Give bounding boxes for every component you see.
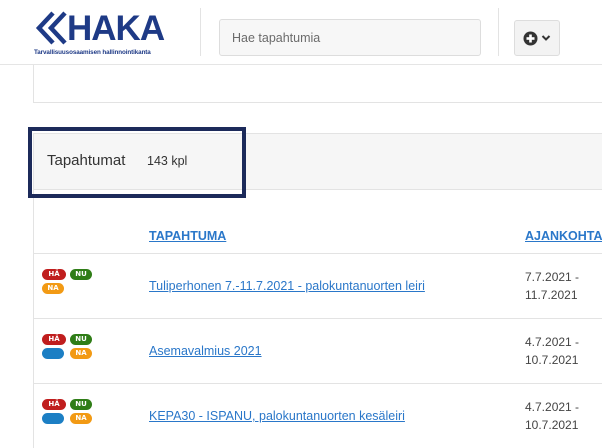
badge-na: NA [70,413,92,424]
top-panel [33,65,602,103]
event-link[interactable]: Asemavalmius 2021 [149,344,262,358]
column-header-time[interactable]: AJANKOHTA [525,229,602,243]
badge-nu: NU [70,399,92,410]
event-link[interactable]: KEPA30 - ISPANU, palokuntanuorten kesäle… [149,409,405,423]
event-start-date: 4.7.2021 - [525,335,580,349]
badge-blank [42,348,64,359]
badge-blank [42,413,64,424]
event-start-date: 7.7.2021 - [525,270,580,284]
event-badges: HÄ NU NA [42,269,102,305]
badge-na: NA [42,283,64,294]
logo-tagline: Tarvallisuusosaamisen hallinnointikanta [34,49,151,56]
haka-logo[interactable]: HAKA Tarvallisuusosaamisen hallinnointik… [33,10,173,58]
add-menu-button[interactable] [514,20,560,56]
header-divider [498,8,499,56]
logo-text: HAKA [67,9,165,48]
logo-chevron-icon [35,11,67,45]
badge-nu: NU [70,269,92,280]
event-badges: HÄ NU NA [42,334,102,370]
plus-circle-icon [523,31,538,45]
event-end-date: 11.7.2021 [525,288,578,302]
chevron-down-icon [541,35,551,41]
column-header-event[interactable]: TAPAHTUMA [149,229,226,243]
app-header: HAKA Tarvallisuusosaamisen hallinnointik… [0,0,602,64]
event-badges: HÄ NU NA [42,399,102,435]
event-start-date: 4.7.2021 - [525,400,580,414]
badge-ha: HÄ [42,399,66,410]
event-dates: 7.7.2021 - 11.7.2021 [525,268,579,304]
event-dates: 4.7.2021 - 10.7.2021 [525,398,579,434]
search-input[interactable] [219,19,481,56]
header-divider [200,8,201,56]
badge-ha: HÄ [42,269,66,280]
table-row: HÄ NU NA Tuliperhonen 7.-11.7.2021 - pal… [34,253,602,318]
badge-ha: HÄ [42,334,66,345]
badge-nu: NU [70,334,92,345]
event-end-date: 10.7.2021 [525,353,579,367]
table-row: HÄ NU NA Asemavalmius 2021 4.7.2021 - 10… [34,318,602,383]
badge-na: NA [70,348,92,359]
table-row: HÄ NU NA KEPA30 - ISPANU, palokuntanuort… [34,383,602,448]
event-dates: 4.7.2021 - 10.7.2021 [525,333,579,369]
highlight-frame [28,127,246,198]
event-end-date: 10.7.2021 [525,418,579,432]
event-link[interactable]: Tuliperhonen 7.-11.7.2021 - palokuntanuo… [149,279,425,293]
